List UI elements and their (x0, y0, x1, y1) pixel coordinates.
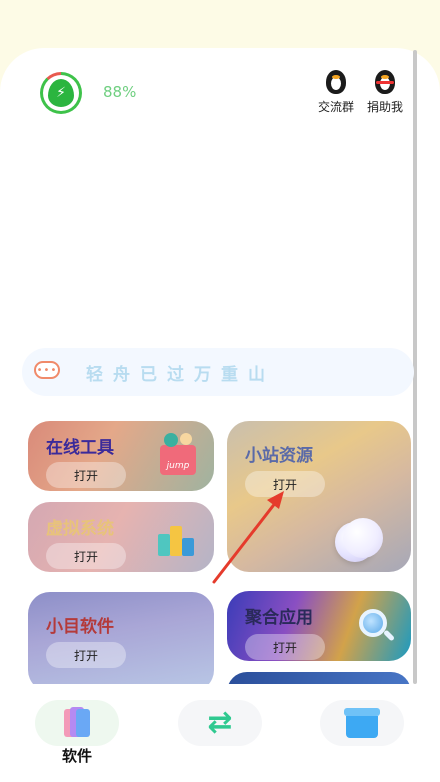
card-online-tools[interactable]: 在线工具 打开 jump (28, 421, 214, 491)
battery-indicator: ⚡ (40, 72, 82, 114)
card-title: 在线工具 (46, 438, 114, 458)
nav-switch[interactable]: ⇄ (178, 700, 262, 746)
open-button[interactable]: 打开 (46, 543, 126, 569)
jump-box-icon: jump (160, 433, 196, 475)
leaf-icon: ⚡ (48, 79, 74, 107)
battery-ring-inner: ⚡ (43, 75, 79, 111)
penguin-icon (323, 68, 349, 96)
card-virtual-system[interactable]: 虚拟系统 打开 (28, 502, 214, 572)
magnifier-icon (359, 609, 396, 643)
card-title: 小站资源 (245, 446, 313, 466)
donate-button[interactable]: 捐助我 (363, 68, 407, 115)
nav-software-label: 软件 (61, 747, 92, 765)
blocks-castle-icon (158, 522, 196, 556)
chat-bubble-icon: ••• (34, 361, 62, 383)
card-mini-software[interactable]: 小目软件 打开 (28, 592, 214, 692)
nav-toolbox[interactable] (320, 700, 404, 746)
phones-icon (64, 707, 90, 739)
card-aggregate-apps[interactable]: 聚合应用 打开 (227, 591, 411, 661)
card-title: 虚拟系统 (46, 519, 114, 539)
group-chat-label: 交流群 (317, 100, 354, 114)
card-title: 小目软件 (46, 617, 114, 637)
open-button[interactable]: 打开 (46, 462, 126, 488)
card-title: 聚合应用 (245, 608, 313, 628)
donate-label: 捐助我 (366, 100, 403, 114)
bottom-nav: ⇄ (0, 684, 440, 782)
motto-bar: ••• 轻舟已过万重山 (22, 348, 414, 396)
toolbox-icon (344, 708, 380, 738)
open-button[interactable]: 打开 (245, 634, 325, 660)
nav-software[interactable] (35, 700, 119, 746)
bubbles-icon (335, 518, 383, 564)
open-button[interactable]: 打开 (46, 642, 126, 668)
card-site-resources[interactable]: 小站资源 打开 (227, 421, 411, 572)
swap-arrows-icon: ⇄ (207, 705, 233, 740)
penguin-scarf-icon (372, 68, 398, 96)
open-button[interactable]: 打开 (245, 471, 325, 497)
group-chat-button[interactable]: 交流群 (314, 68, 358, 115)
battery-percent: 88% (103, 83, 137, 101)
motto-text: 轻舟已过万重山 (86, 364, 275, 385)
